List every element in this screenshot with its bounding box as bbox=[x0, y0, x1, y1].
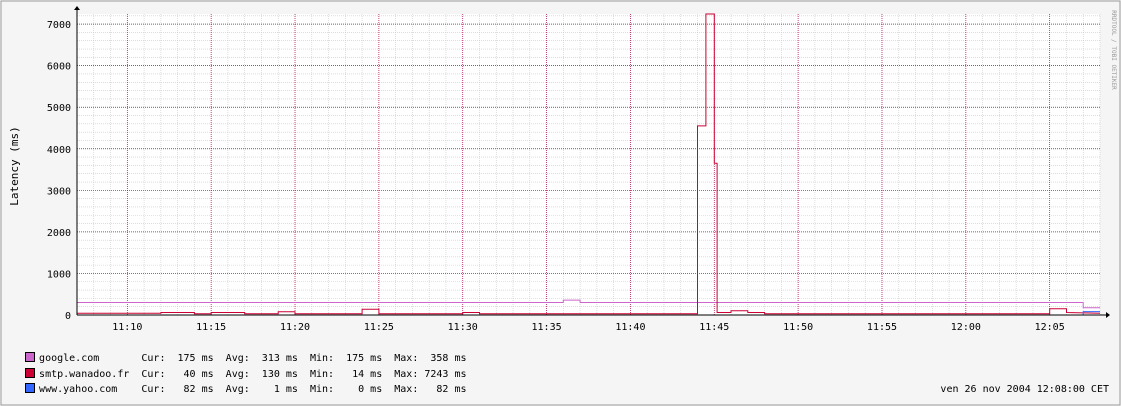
x-tick-label: 11:35 bbox=[532, 322, 562, 333]
y-tick-label: 3000 bbox=[47, 186, 71, 197]
x-tick-label: 11:10 bbox=[112, 322, 142, 333]
x-tick-label: 12:05 bbox=[1035, 322, 1065, 333]
y-tick-label: 2000 bbox=[47, 228, 71, 239]
y-tick-label: 7000 bbox=[47, 20, 71, 31]
legend-row-text: www.yahoo.com Cur: 82 ms Avg: 1 ms Min: … bbox=[39, 384, 467, 395]
y-tick-label: 0 bbox=[65, 311, 71, 322]
y-tick-label: 6000 bbox=[47, 62, 71, 73]
x-tick-label: 11:25 bbox=[364, 322, 394, 333]
x-tick-label: 11:55 bbox=[867, 322, 897, 333]
y-axis-label: Latency (ms) bbox=[8, 126, 21, 205]
legend-row-yahoo: www.yahoo.com Cur: 82 ms Avg: 1 ms Min: … bbox=[13, 371, 467, 396]
x-tick-label: 11:30 bbox=[448, 322, 478, 333]
legend-swatch-yahoo bbox=[25, 383, 36, 393]
y-tick-label: 4000 bbox=[47, 145, 71, 156]
x-tick-label: 11:50 bbox=[783, 322, 813, 333]
x-tick-label: 12:00 bbox=[951, 322, 981, 333]
x-tick-label: 11:15 bbox=[196, 322, 226, 333]
y-tick-label: 5000 bbox=[47, 103, 71, 114]
plot-area bbox=[77, 14, 1100, 315]
footer-timestamp: ven 26 nov 2004 12:08:00 CET bbox=[940, 384, 1109, 395]
x-tick-label: 11:40 bbox=[615, 322, 645, 333]
x-tick-label: 11:45 bbox=[699, 322, 729, 333]
x-tick-label: 11:20 bbox=[280, 322, 310, 333]
y-tick-label: 1000 bbox=[47, 269, 71, 280]
rrdtool-watermark: RRDTOOL / TOBI OETIKER bbox=[1110, 10, 1117, 90]
